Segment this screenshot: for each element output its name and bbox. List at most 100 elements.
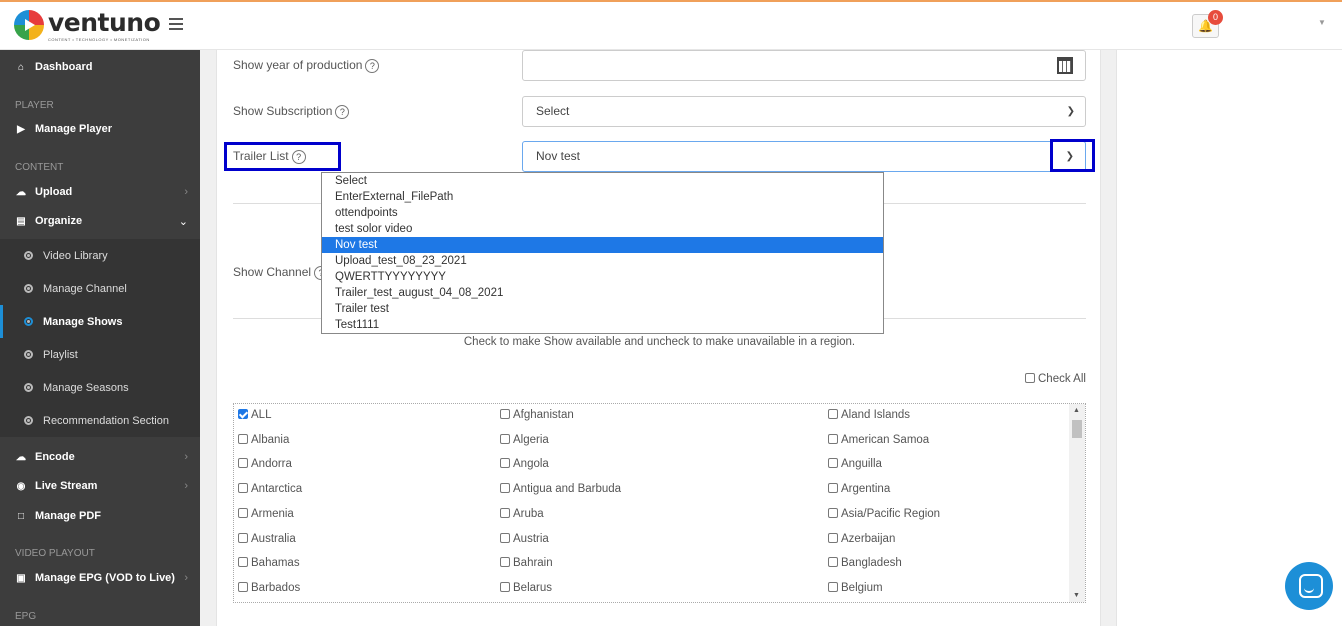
check-all-checkbox[interactable]: Check All (1025, 373, 1086, 385)
dropdown-option[interactable]: Nov test (322, 237, 883, 253)
region-checkbox[interactable]: Bangladesh (828, 557, 902, 569)
region-checkbox[interactable]: Armenia (238, 507, 294, 520)
checkbox-icon[interactable] (500, 433, 510, 444)
main-content: Show year of production? Show Subscripti… (200, 50, 1342, 626)
checkbox-icon[interactable] (238, 483, 248, 494)
region-label: ALL (251, 409, 272, 421)
region-checkbox[interactable]: Bahamas (238, 557, 300, 569)
checkbox-icon[interactable] (500, 483, 510, 494)
checkbox-icon[interactable] (1025, 373, 1035, 383)
checkbox-icon[interactable] (828, 483, 838, 494)
region-checkbox[interactable]: Afghanistan (500, 409, 574, 421)
region-checkbox[interactable]: Antigua and Barbuda (500, 483, 621, 495)
trailer-list-select[interactable]: Nov test ❯ (522, 141, 1086, 172)
region-checkbox[interactable]: Belarus (500, 581, 552, 594)
checkbox-icon[interactable] (238, 409, 248, 419)
chevron-down-icon: ❯ (1066, 106, 1075, 117)
circle-dot-icon (24, 284, 33, 293)
checkbox-icon[interactable] (238, 507, 248, 518)
dropdown-option[interactable]: Upload_test_08_23_2021 (322, 253, 883, 269)
region-label: Azerbaijan (841, 532, 896, 545)
region-checkbox[interactable]: Asia/Pacific Region (828, 507, 941, 520)
sidebar-item-live-stream[interactable]: ◉ Live Stream › (0, 471, 200, 501)
checkbox-icon[interactable] (238, 532, 248, 543)
dropdown-option[interactable]: Select (322, 173, 883, 189)
dropdown-option[interactable]: EnterExternal_FilePath (322, 189, 883, 205)
sidebar-item-manage-player[interactable]: ▶ Manage Player (0, 114, 200, 144)
sidebar-item-dashboard[interactable]: ⌂ Dashboard (0, 52, 200, 82)
region-checkbox[interactable]: Barbados (238, 581, 300, 594)
checkbox-icon[interactable] (828, 581, 838, 592)
checkbox-icon[interactable] (828, 507, 838, 518)
scrollbar-thumb[interactable] (1072, 420, 1082, 438)
menu-toggle-icon[interactable] (169, 18, 183, 33)
checkbox-icon[interactable] (238, 581, 248, 592)
sidebar-heading-content: CONTENT (15, 162, 64, 173)
sidebar-item-video-library[interactable]: Video Library (0, 239, 200, 272)
checkbox-icon[interactable] (500, 458, 510, 469)
region-checkbox[interactable]: Austria (500, 532, 549, 545)
checkbox-icon[interactable] (500, 557, 510, 568)
calendar-icon[interactable] (1057, 57, 1073, 74)
region-checkbox[interactable]: Argentina (828, 483, 890, 495)
sidebar-item-recommendation-section[interactable]: Recommendation Section (0, 404, 200, 437)
year-of-production-input[interactable] (522, 50, 1086, 81)
help-icon[interactable]: ? (291, 149, 306, 164)
dropdown-option[interactable]: Test1111 (322, 317, 883, 333)
sidebar-item-manage-channel[interactable]: Manage Channel (0, 272, 200, 305)
region-checkbox[interactable]: American Samoa (828, 433, 929, 446)
select-value: Select (536, 104, 570, 118)
scroll-up-icon[interactable]: ▲ (1073, 407, 1080, 414)
region-label: Afghanistan (513, 409, 574, 421)
checkbox-icon[interactable] (828, 433, 838, 444)
help-icon[interactable]: ? (335, 104, 350, 119)
region-checkbox[interactable]: Angola (500, 458, 549, 470)
region-checkbox[interactable]: Algeria (500, 433, 549, 446)
checkbox-icon[interactable] (828, 409, 838, 419)
region-checkbox[interactable]: Albania (238, 433, 290, 446)
checkbox-icon[interactable] (238, 458, 248, 469)
region-checkbox[interactable]: Antarctica (238, 483, 302, 495)
region-checkbox[interactable]: Anguilla (828, 458, 882, 470)
region-checkbox[interactable]: Aland Islands (828, 409, 910, 421)
region-label: Albania (251, 433, 290, 446)
region-checkbox[interactable]: Azerbaijan (828, 532, 896, 545)
region-checkbox[interactable]: Belgium (828, 581, 883, 594)
region-label: Asia/Pacific Region (841, 507, 941, 520)
user-menu-caret-icon[interactable]: ▼ (1318, 18, 1326, 27)
region-checkbox[interactable]: Bahrain (500, 557, 553, 569)
checkbox-icon[interactable] (828, 458, 838, 469)
sidebar-item-upload[interactable]: ☁ Upload › (0, 177, 200, 207)
region-checkbox[interactable]: Aruba (500, 507, 544, 520)
show-subscription-select[interactable]: Select ❯ (522, 96, 1086, 127)
sidebar-item-manage-seasons[interactable]: Manage Seasons (0, 371, 200, 404)
scroll-down-icon[interactable]: ▼ (1073, 592, 1080, 599)
checkbox-icon[interactable] (238, 433, 248, 444)
show-subscription-label: Show Subscription? (233, 104, 350, 119)
region-checkbox[interactable]: Australia (238, 532, 296, 545)
help-icon[interactable]: ? (365, 58, 380, 73)
region-checkbox[interactable]: Andorra (238, 458, 292, 470)
brand-logo[interactable]: ventuno CONTENT • TECHNOLOGY • MONETIZAT… (14, 10, 161, 42)
sidebar-item-manage-epg[interactable]: ▣ Manage EPG (VOD to Live) › (0, 563, 200, 593)
sidebar-item-manage-shows[interactable]: Manage Shows (0, 305, 200, 338)
sidebar-item-organize[interactable]: ▤ Organize ⌄ (0, 206, 200, 236)
chat-widget-icon[interactable] (1285, 562, 1333, 610)
checkbox-icon[interactable] (238, 557, 248, 568)
region-checkbox[interactable]: ALL (238, 409, 271, 421)
dropdown-option[interactable]: test solor video (322, 221, 883, 237)
dropdown-option[interactable]: Trailer test (322, 301, 883, 317)
dropdown-option[interactable]: QWERTTYYYYYYYY (322, 269, 883, 285)
sidebar-item-encode[interactable]: ☁ Encode › (0, 442, 200, 472)
checkbox-icon[interactable] (828, 557, 838, 568)
sidebar-item-playlist[interactable]: Playlist (0, 338, 200, 371)
dropdown-option[interactable]: Trailer_test_august_04_08_2021 (322, 285, 883, 301)
checkbox-icon[interactable] (500, 532, 510, 543)
dropdown-option[interactable]: ottendpoints (322, 205, 883, 221)
region-list-scrollbar[interactable]: ▲ ▼ (1069, 404, 1085, 602)
sidebar-item-manage-pdf[interactable]: □ Manage PDF (0, 501, 200, 531)
checkbox-icon[interactable] (828, 532, 838, 543)
checkbox-icon[interactable] (500, 507, 510, 518)
checkbox-icon[interactable] (500, 581, 510, 592)
checkbox-icon[interactable] (500, 409, 510, 419)
